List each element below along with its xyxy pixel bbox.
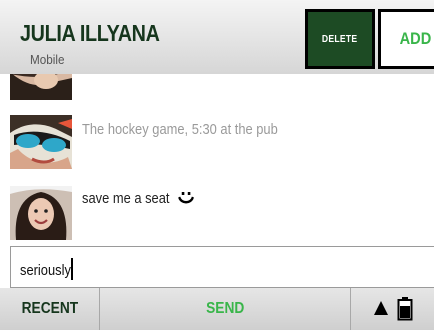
conversation-header: JULIA ILLYANA Mobile DELETE ADD — [0, 0, 434, 74]
send-button-label: SEND — [205, 300, 245, 317]
recent-button-label: RECENT — [21, 300, 78, 317]
message-text: save me a seat — [82, 190, 194, 209]
add-button[interactable]: ADD — [378, 9, 434, 69]
message-thread[interactable]: The hockey game, 5:30 at the pub save me… — [0, 74, 434, 246]
message-input-value: seriously — [20, 262, 71, 279]
add-button-label: ADD — [399, 29, 432, 48]
avatar — [10, 186, 72, 240]
battery-icon — [397, 297, 413, 326]
send-button[interactable]: SEND — [100, 288, 350, 330]
contact-name: JULIA ILLYANA — [20, 20, 160, 46]
recent-button[interactable]: RECENT — [0, 288, 100, 330]
delete-button[interactable]: DELETE — [305, 9, 375, 69]
divider — [350, 288, 351, 330]
avatar — [10, 74, 72, 100]
text-caret — [71, 258, 74, 280]
contact-number-type: Mobile — [30, 52, 65, 67]
up-arrow-icon[interactable] — [373, 300, 389, 321]
avatar — [10, 115, 72, 169]
smile-icon — [178, 191, 194, 209]
message-text-content: save me a seat — [82, 190, 170, 207]
message-input[interactable]: seriously — [10, 246, 434, 288]
message-text: The hockey game, 5:30 at the pub — [82, 121, 278, 138]
bottom-toolbar: RECENT SEND — [0, 288, 434, 330]
delete-button-label: DELETE — [322, 33, 358, 45]
